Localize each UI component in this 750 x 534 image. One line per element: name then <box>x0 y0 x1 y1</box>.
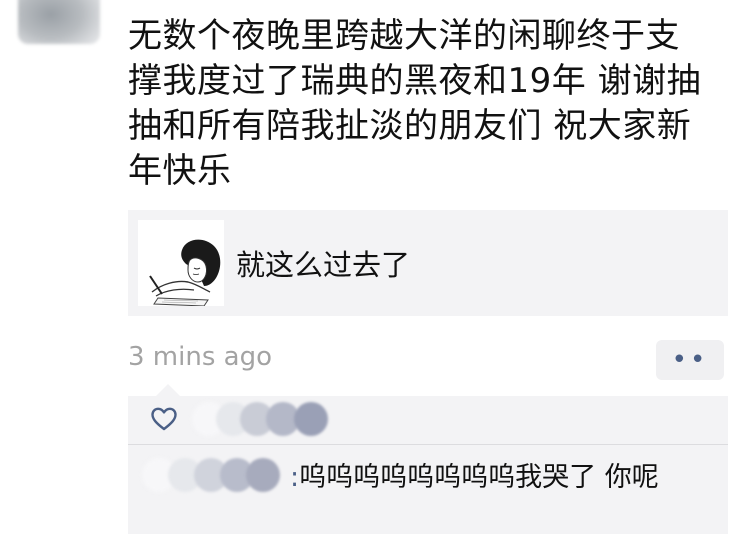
post-timestamp: 3 mins ago <box>128 342 272 372</box>
post-line: 年快乐 <box>128 151 232 191</box>
likes-row <box>128 396 728 444</box>
panel-divider <box>128 444 728 445</box>
shared-link-title: 就这么过去了 <box>236 248 411 282</box>
comment-separator: : <box>290 462 300 493</box>
post-line: 无数个夜晚里跨越大洋的闲聊终于支 <box>128 16 680 56</box>
post-body: 无数个夜晚里跨越大洋的闲聊终于支 撑我度过了瑞典的黑夜和19年 谢谢抽 抽和所有… <box>128 14 728 194</box>
comment-text: 呜呜呜呜呜呜呜呜我哭了 你呢 <box>299 462 659 493</box>
shared-link-card[interactable]: 就这么过去了 <box>128 210 728 316</box>
more-dots-icon: •• <box>671 345 709 375</box>
likes-comments-panel: :呜呜呜呜呜呜呜呜我哭了 你呢 <box>128 384 728 534</box>
poster-avatar[interactable] <box>18 0 100 44</box>
post-line: 撑我度过了瑞典的黑夜和19年 谢谢抽 <box>128 61 702 101</box>
sleeping-girl-sketch-icon <box>138 220 224 307</box>
post-line: 抽和所有陪我扯淡的朋友们 祝大家新 <box>128 106 692 146</box>
moments-post: 无数个夜晚里跨越大洋的闲聊终于支 撑我度过了瑞典的黑夜和19年 谢谢抽 抽和所有… <box>0 0 750 534</box>
liker-avatar[interactable] <box>294 402 328 436</box>
more-actions-button[interactable]: •• <box>656 340 724 380</box>
panel-pointer <box>156 384 180 396</box>
heart-outline-icon <box>150 406 178 432</box>
comment-body: :呜呜呜呜呜呜呜呜我哭了 你呢 <box>140 458 720 498</box>
